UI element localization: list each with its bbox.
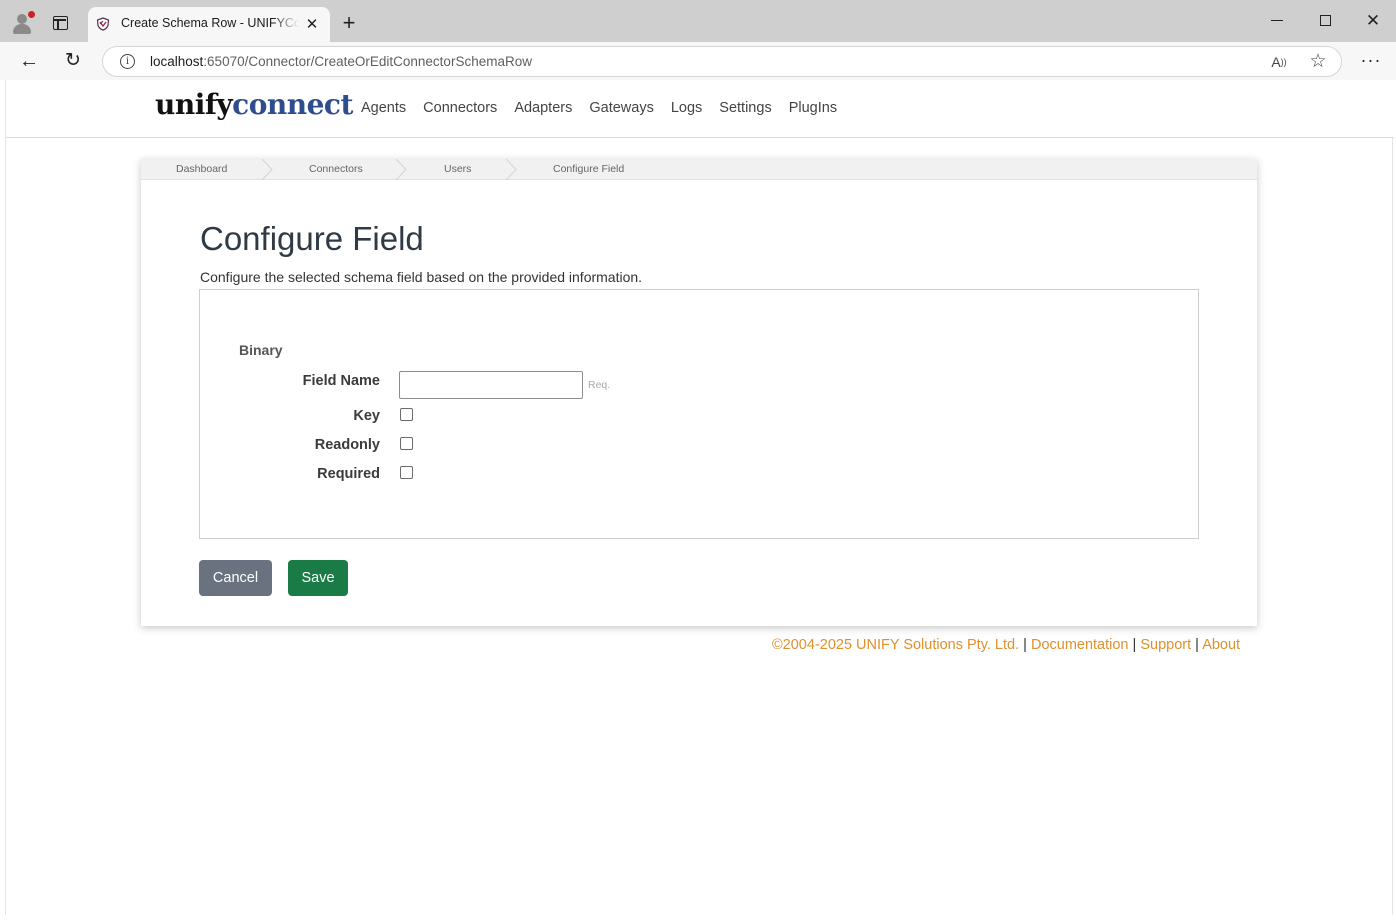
- breadcrumb: Dashboard Connectors Users Configure Fie…: [141, 159, 1257, 180]
- profile-icon[interactable]: [11, 11, 35, 34]
- footer-support-link[interactable]: Support: [1140, 637, 1191, 653]
- logo[interactable]: unifyconnect: [155, 88, 353, 121]
- cancel-button[interactable]: Cancel: [199, 560, 272, 596]
- footer-separator: |: [1023, 637, 1027, 653]
- breadcrumb-configure-field: Configure Field: [553, 163, 625, 175]
- field-name-label: Field Name: [302, 373, 380, 389]
- read-aloud-icon[interactable]: A)): [1269, 52, 1289, 72]
- required-hint: Req.: [588, 379, 611, 391]
- maximize-icon[interactable]: [1320, 15, 1331, 26]
- page-description: Configure the selected schema field base…: [200, 269, 643, 285]
- breadcrumb-connectors[interactable]: Connectors: [309, 163, 363, 175]
- logo-part-unify: unify: [155, 88, 233, 121]
- readonly-label: Readonly: [314, 437, 380, 453]
- close-icon[interactable]: ✕: [303, 16, 321, 34]
- browser-titlebar: Create Schema Row - UNIFYConnect ✕ + ✕: [0, 0, 1396, 43]
- required-label: Required: [317, 466, 380, 482]
- required-checkbox[interactable]: [400, 466, 413, 479]
- site-favicon-icon: [96, 17, 110, 31]
- breadcrumb-separator-icon: [505, 159, 517, 180]
- main-nav: Agents Connectors Adapters Gateways Logs…: [361, 100, 837, 116]
- content-card: Dashboard Connectors Users Configure Fie…: [141, 159, 1257, 626]
- footer-separator: |: [1132, 637, 1137, 653]
- breadcrumb-dashboard[interactable]: Dashboard: [176, 163, 227, 175]
- nav-settings[interactable]: Settings: [719, 100, 771, 116]
- field-type-label: Binary: [239, 342, 283, 358]
- footer-documentation-link[interactable]: Documentation: [1031, 637, 1129, 653]
- field-name-input[interactable]: [399, 371, 583, 399]
- nav-plugins[interactable]: PlugIns: [789, 100, 837, 116]
- tab-title: Create Schema Row - UNIFYConnect: [121, 16, 299, 30]
- nav-agents[interactable]: Agents: [361, 100, 406, 116]
- save-button[interactable]: Save: [288, 560, 348, 596]
- info-icon[interactable]: i: [120, 54, 135, 69]
- nav-logs[interactable]: Logs: [671, 100, 702, 116]
- readonly-checkbox[interactable]: [400, 437, 413, 450]
- url-host: localhost: [150, 54, 204, 69]
- page-title: Configure Field: [200, 220, 424, 257]
- footer-separator: |: [1195, 637, 1199, 653]
- plus-icon[interactable]: +: [338, 12, 360, 34]
- footer-about-link[interactable]: About: [1202, 637, 1240, 653]
- copyright-text: ©2004-2025 UNIFY Solutions Pty. Ltd.: [772, 637, 1020, 653]
- close-window-icon[interactable]: ✕: [1364, 10, 1382, 32]
- breadcrumb-users[interactable]: Users: [444, 163, 471, 175]
- url-path: :65070/Connector/CreateOrEditConnectorSc…: [203, 54, 532, 69]
- logo-part-connect: connect: [232, 88, 353, 121]
- nav-gateways[interactable]: Gateways: [589, 100, 653, 116]
- minimize-icon[interactable]: [1271, 20, 1283, 22]
- page-viewport: unifyconnect Agents Connectors Adapters …: [5, 80, 1394, 915]
- reload-icon[interactable]: ↻: [62, 50, 84, 72]
- key-checkbox[interactable]: [400, 408, 413, 421]
- tabs-icon[interactable]: [53, 16, 68, 30]
- footer: ©2004-2025 UNIFY Solutions Pty. Ltd. | D…: [772, 637, 1240, 653]
- site-header: unifyconnect Agents Connectors Adapters …: [6, 80, 1394, 138]
- field-config-panel: Binary Field Name Req. Key Readonly Requ…: [199, 289, 1199, 539]
- nav-adapters[interactable]: Adapters: [514, 100, 572, 116]
- back-icon[interactable]: ←: [18, 50, 40, 72]
- star-icon[interactable]: ☆: [1307, 51, 1329, 73]
- breadcrumb-separator-icon: [261, 159, 273, 180]
- browser-toolbar: ← ↻ i localhost:65070/Connector/CreateOr…: [0, 42, 1396, 80]
- address-bar[interactable]: i localhost:65070/Connector/CreateOrEdit…: [102, 46, 1342, 77]
- url-text[interactable]: localhost:65070/Connector/CreateOrEditCo…: [150, 54, 532, 69]
- key-label: Key: [353, 408, 380, 424]
- more-icon[interactable]: ···: [1358, 49, 1384, 71]
- breadcrumb-separator-icon: [395, 159, 407, 180]
- nav-connectors[interactable]: Connectors: [423, 100, 497, 116]
- browser-tab[interactable]: Create Schema Row - UNIFYConnect ✕: [88, 7, 330, 43]
